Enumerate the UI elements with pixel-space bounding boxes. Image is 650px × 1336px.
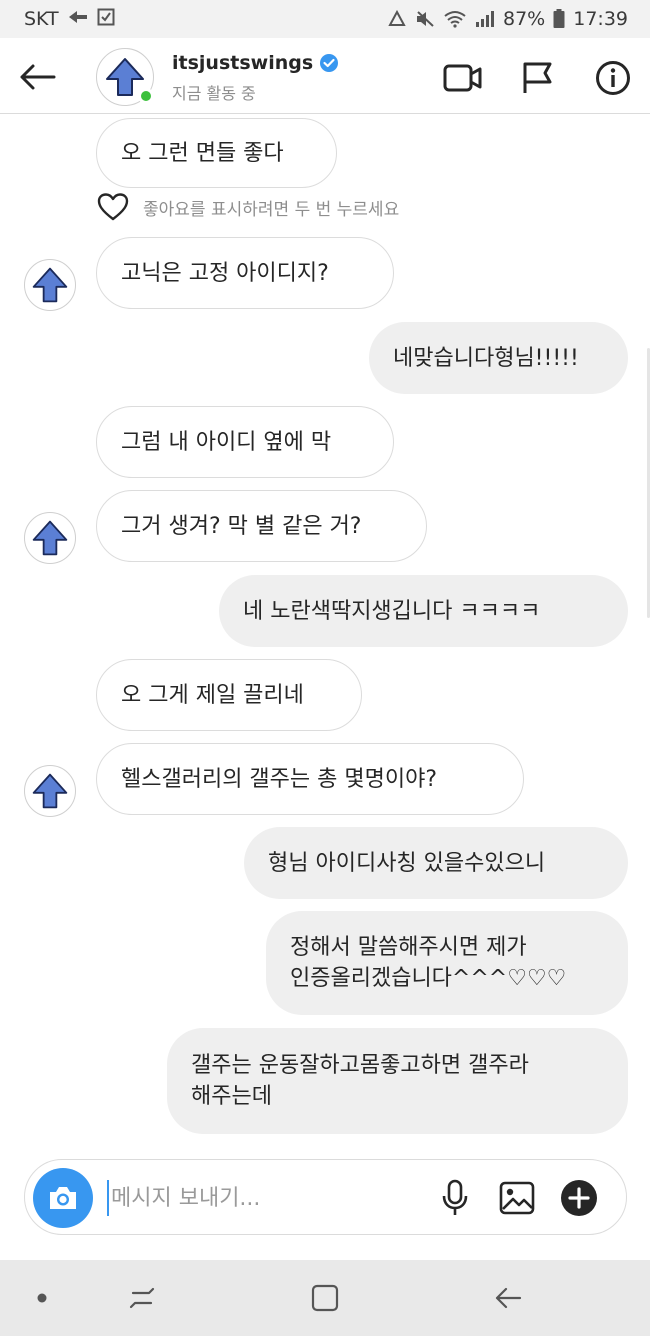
recent-apps-button[interactable] (122, 1280, 162, 1316)
flag-icon (523, 62, 552, 93)
signal-icon (475, 10, 495, 28)
header-username: itsjustswings (172, 52, 314, 74)
plus-circle-icon (561, 1180, 597, 1216)
activity-status: 지금 활동 중 (172, 84, 256, 103)
incoming-message[interactable]: 오 그게 제일 끌리네 (96, 659, 362, 731)
incoming-message[interactable]: 그럼 내 아이디 옆에 막 (96, 406, 394, 478)
home-icon (311, 1284, 339, 1312)
mute-icon (415, 10, 435, 28)
incoming-message[interactable]: 헬스갤러리의 갤주는 총 몇명이야? (96, 743, 524, 815)
incoming-message[interactable]: 그거 생겨? 막 별 같은 거? (96, 490, 427, 562)
video-call-button[interactable] (443, 58, 483, 98)
message-text: 형님 아이디사칭 있을수있으니 (268, 850, 546, 876)
chat-header: itsjustswings 지금 활동 중 (0, 38, 650, 114)
header-avatar[interactable] (96, 48, 154, 106)
like-hint-text: 좋아요를 표시하려면 두 번 누르세요 (143, 199, 400, 220)
message-composer (24, 1159, 627, 1235)
clock: 17:39 (573, 8, 628, 30)
verified-badge-icon (320, 54, 339, 72)
recent-apps-icon (129, 1287, 155, 1309)
back-arrow-icon (20, 64, 56, 90)
sender-avatar[interactable] (24, 765, 76, 817)
info-icon (596, 61, 630, 95)
up-arrow-avatar-icon (32, 773, 68, 809)
gallery-button[interactable] (497, 1178, 537, 1218)
heart-icon (97, 193, 129, 221)
incoming-message[interactable]: 고닉은 고정 아이디지? (96, 237, 394, 309)
status-left: SKT (24, 8, 115, 31)
battery-level: 87% (503, 8, 546, 30)
transfer-icon (67, 8, 89, 30)
message-text: 네맞습니다형님!!!!! (393, 345, 579, 371)
nav-dot-icon (37, 1293, 47, 1303)
video-camera-icon (443, 64, 482, 92)
report-flag-button[interactable] (517, 58, 557, 98)
camera-icon (50, 1187, 76, 1209)
status-right: 87% 17:39 (387, 8, 628, 30)
message-text: 그거 생겨? 막 별 같은 거? (121, 513, 362, 539)
status-bar: SKT 87% 17:39 (0, 0, 650, 38)
up-arrow-avatar-icon (32, 520, 68, 556)
outgoing-message[interactable]: 정해서 말씀해주시면 제가 인증올리겠습니다^^^♡♡♡ (266, 911, 628, 1015)
message-text: 오 그런 면들 좋다 (121, 140, 284, 166)
wifi-icon (443, 10, 467, 28)
more-options-button[interactable] (559, 1178, 599, 1218)
carrier-label: SKT (24, 8, 59, 30)
camera-button[interactable] (33, 1168, 93, 1228)
message-text-line-1: 정해서 말씀해주시면 제가 (290, 935, 527, 960)
outgoing-message[interactable]: 갤주는 운동잘하고몸좋고하면 갤주라 해주는데 (167, 1028, 628, 1134)
up-arrow-avatar-icon (32, 267, 68, 303)
recycle-icon (387, 10, 407, 28)
home-button[interactable] (305, 1280, 345, 1316)
online-indicator (138, 88, 154, 104)
message-text-line-1: 갤주는 운동잘하고몸좋고하면 갤주라 (191, 1053, 529, 1078)
incoming-message[interactable]: 오 그런 면들 좋다 (96, 118, 337, 188)
back-button[interactable] (16, 56, 58, 98)
text-caret (107, 1180, 109, 1216)
outgoing-message[interactable]: 형님 아이디사칭 있을수있으니 (244, 827, 628, 899)
like-hint[interactable]: 좋아요를 표시하려면 두 번 누르세요 (97, 193, 399, 221)
system-nav-bar (0, 1260, 650, 1336)
header-name-row[interactable]: itsjustswings (172, 52, 339, 74)
message-text-line-2: 인증올리겠습니다^^^♡♡♡ (290, 966, 567, 991)
battery-icon (553, 9, 565, 29)
message-text: 오 그게 제일 끌리네 (121, 682, 304, 708)
sender-avatar[interactable] (24, 259, 76, 311)
message-input[interactable] (111, 1174, 431, 1222)
nav-dot-button[interactable] (22, 1280, 62, 1316)
message-text: 헬스갤러리의 갤주는 총 몇명이야? (121, 766, 438, 792)
message-text: 네 노란색딱지생깁니다 ㅋㅋㅋㅋ (243, 598, 541, 624)
back-icon (495, 1287, 522, 1309)
microphone-icon (442, 1179, 468, 1215)
checkbox-icon (97, 8, 115, 31)
sender-avatar[interactable] (24, 512, 76, 564)
message-text: 고닉은 고정 아이디지? (121, 260, 329, 286)
voice-message-button[interactable] (435, 1178, 475, 1218)
outgoing-message[interactable]: 네 노란색딱지생깁니다 ㅋㅋㅋㅋ (219, 575, 628, 647)
nav-back-button[interactable] (488, 1280, 528, 1316)
message-text-line-2: 해주는데 (191, 1084, 272, 1109)
message-text: 그럼 내 아이디 옆에 막 (121, 429, 332, 455)
details-button[interactable] (593, 58, 633, 98)
gallery-icon (499, 1181, 535, 1215)
outgoing-message[interactable]: 네맞습니다형님!!!!! (369, 322, 628, 394)
